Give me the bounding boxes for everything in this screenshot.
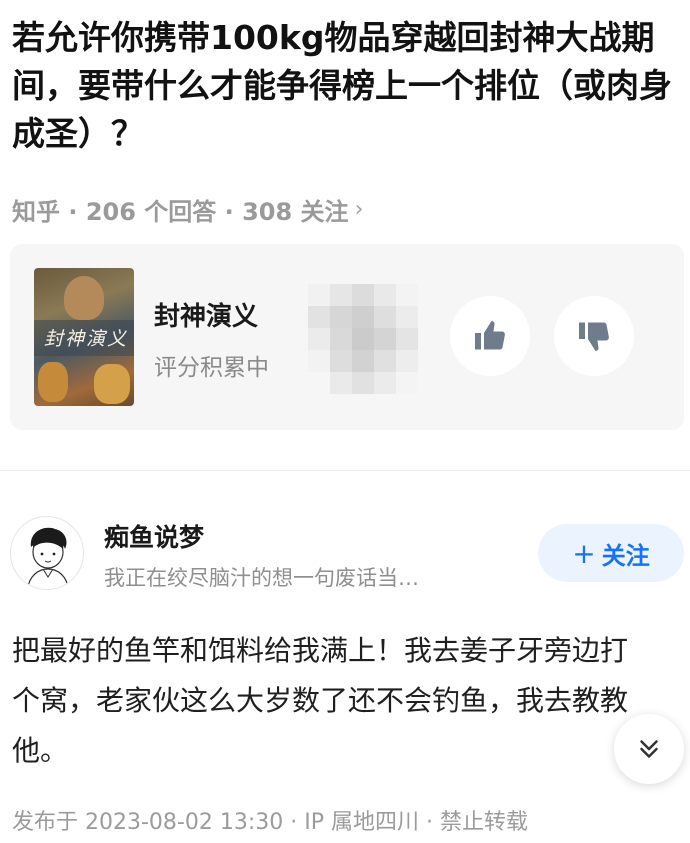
thumbs-up-icon	[475, 321, 505, 350]
answer-footer: 发布于 2023-08-02 13:30 · IP 属地四川 · 禁止转载	[12, 810, 528, 835]
rating-status: 评分积累中	[154, 355, 269, 381]
poster-figure	[64, 276, 104, 320]
author-bio: 我正在绞尽脑汁的想一句废话当…	[104, 566, 419, 590]
thumbs-up-button[interactable]	[450, 296, 530, 376]
media-name[interactable]: 封神演义	[154, 296, 258, 333]
double-chevron-down-icon	[640, 740, 658, 758]
answer-text[interactable]: 把最好的鱼竿和饵料给我满上！我去姜子牙旁边打个窝，老家伙这么大岁数了还不会钓鱼，…	[12, 626, 652, 776]
chevron-right-icon: ›	[354, 197, 364, 222]
follow-button[interactable]: + 关注	[538, 524, 684, 582]
poster-figure	[94, 364, 130, 404]
poster-image[interactable]: 封神演义	[34, 268, 134, 406]
plus-icon: +	[572, 536, 596, 570]
thumbs-down-icon	[579, 322, 609, 351]
poster-title: 封神演义	[44, 328, 129, 350]
follow-label: 关注	[601, 541, 650, 570]
section-divider	[0, 470, 690, 471]
author-name[interactable]: 痴鱼说梦	[104, 518, 204, 554]
question-meta-text: 知乎 · 206 个回答 · 308 关注	[12, 198, 349, 226]
avatar[interactable]	[10, 516, 84, 590]
thumbs-down-button[interactable]	[554, 296, 634, 376]
pixelated-blur	[308, 284, 418, 394]
avatar-illustration	[11, 517, 83, 589]
expand-button[interactable]	[614, 714, 684, 784]
question-meta[interactable]: 知乎 · 206 个回答 · 308 关注 ›	[12, 192, 363, 227]
poster-figure	[38, 362, 68, 402]
media-card[interactable]: 封神演义 封神演义 评分积累中	[10, 244, 684, 430]
question-title[interactable]: 若允许你携带100kg物品穿越回封神大战期间，要带什么才能争得榜上一个排位（或肉…	[12, 14, 682, 158]
